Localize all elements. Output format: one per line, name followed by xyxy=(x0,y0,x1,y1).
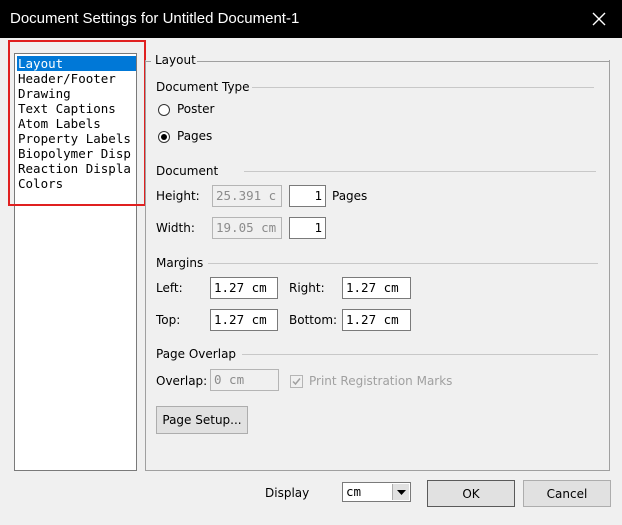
window-title: Document Settings for Untitled Document-… xyxy=(10,10,300,27)
document-type-divider xyxy=(252,87,594,88)
height-pages-field[interactable]: 1 xyxy=(289,185,326,207)
chevron-down-icon xyxy=(396,489,406,495)
right-margin-field[interactable]: 1.27 cm xyxy=(342,277,411,299)
display-unit-value: cm xyxy=(346,484,362,499)
display-unit-select[interactable]: cm xyxy=(342,482,411,502)
radio-selected-dot xyxy=(161,134,167,140)
highlight-box xyxy=(8,40,146,206)
overlap-field[interactable]: 0 cm xyxy=(210,369,279,391)
close-button[interactable] xyxy=(576,0,622,38)
poster-radio[interactable] xyxy=(158,104,170,116)
right-margin-label: Right: xyxy=(289,281,325,295)
pages-label: Pages xyxy=(332,189,368,203)
document-heading: Document xyxy=(156,164,219,178)
pages-radio[interactable] xyxy=(158,131,170,143)
document-type-heading: Document Type xyxy=(156,80,250,94)
panel-title: Layout xyxy=(155,53,196,67)
overlap-label: Overlap: xyxy=(156,374,208,388)
page-setup-button[interactable]: Page Setup... xyxy=(156,406,248,434)
pages-radio-label: Pages xyxy=(177,129,213,143)
top-margin-label: Top: xyxy=(156,313,181,327)
left-margin-label: Left: xyxy=(156,281,183,295)
bottom-margin-field[interactable]: 1.27 cm xyxy=(342,309,411,331)
panel-border-top xyxy=(197,61,610,62)
panel-border-top-left xyxy=(145,61,151,62)
ok-button[interactable]: OK xyxy=(427,480,515,507)
width-label: Width: xyxy=(156,221,195,235)
width-field[interactable]: 19.05 cm xyxy=(212,217,282,239)
close-icon xyxy=(592,12,606,26)
title-bar: Document Settings for Untitled Document-… xyxy=(0,0,622,38)
bottom-margin-label: Bottom: xyxy=(289,313,338,327)
margins-heading: Margins xyxy=(156,256,204,270)
page-overlap-divider xyxy=(242,354,598,355)
print-registration-checkbox[interactable] xyxy=(290,375,303,388)
dropdown-button[interactable] xyxy=(392,484,409,500)
margins-divider xyxy=(208,263,598,264)
left-margin-field[interactable]: 1.27 cm xyxy=(210,277,278,299)
display-label: Display xyxy=(265,486,310,500)
poster-label: Poster xyxy=(177,102,215,116)
top-margin-field[interactable]: 1.27 cm xyxy=(210,309,278,331)
checkmark-icon xyxy=(292,378,301,386)
print-registration-label: Print Registration Marks xyxy=(309,374,453,388)
cancel-button[interactable]: Cancel xyxy=(523,480,611,507)
height-field[interactable]: 25.391 c xyxy=(212,185,282,207)
page-overlap-heading: Page Overlap xyxy=(156,347,237,361)
width-pages-field[interactable]: 1 xyxy=(289,217,326,239)
height-label: Height: xyxy=(156,189,200,203)
document-divider xyxy=(244,171,596,172)
